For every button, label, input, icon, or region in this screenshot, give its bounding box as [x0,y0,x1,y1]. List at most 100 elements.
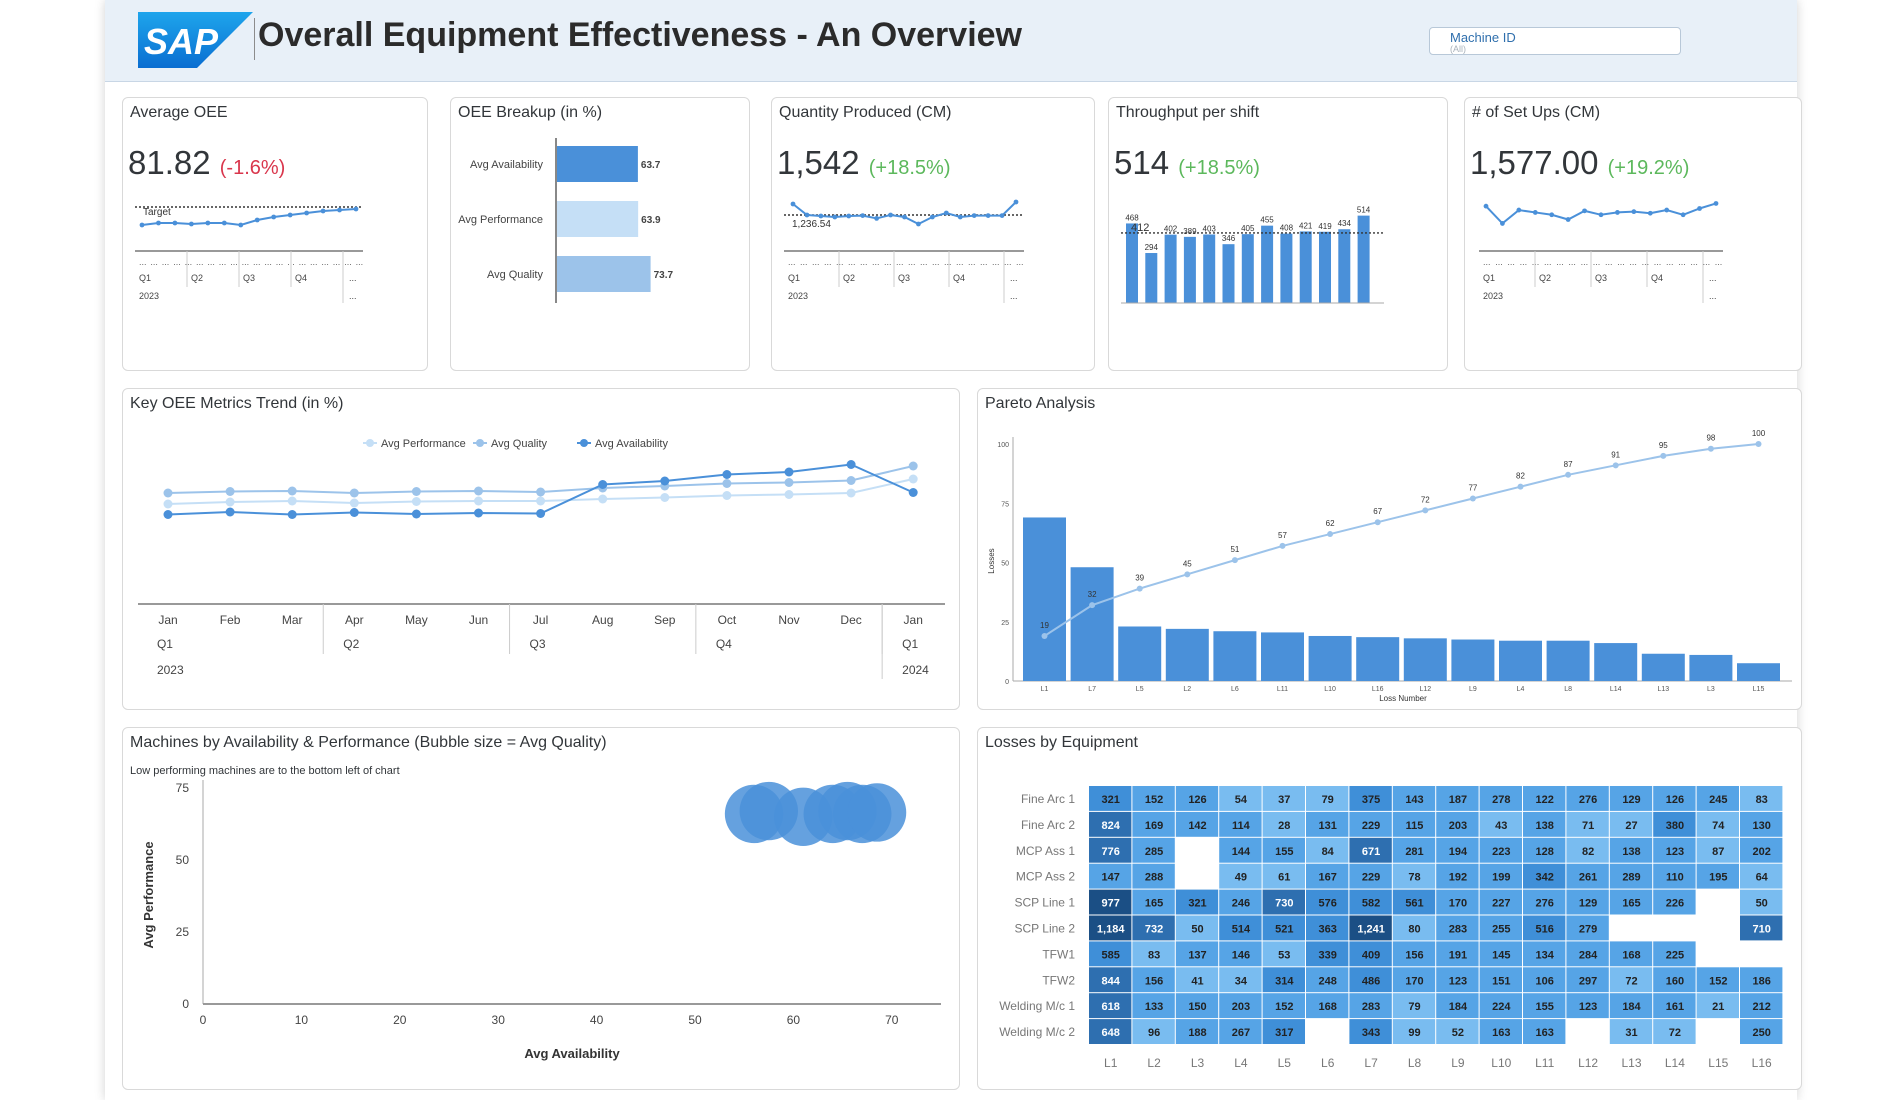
bubble-card[interactable]: Machines by Availability & Performance (… [122,727,960,1090]
x-tick-label: 50 [688,1013,702,1027]
x-tick-label: L2 [1183,686,1191,693]
month-tick-label: ... [1495,257,1503,267]
cell-value: 844 [1102,975,1121,987]
month-tick-label: ... [1654,257,1662,267]
bar-value-label: 346 [1222,234,1236,243]
x-tick-label: L13 [1657,686,1669,693]
pareto-bar [1689,654,1733,681]
col-label: L3 [1191,1056,1205,1070]
trend-series-point [225,497,235,507]
quantity-sparkline-point [860,213,866,218]
month-tick-label: ... [1703,257,1711,267]
pareto-cumulative-point [1231,557,1238,564]
legend-label: Avg Quality [491,438,548,450]
cell-value: 188 [1188,1027,1206,1039]
month-tick-label: ... [1629,257,1637,267]
month-tick-label: ... [196,257,204,267]
cell-value: 129 [1622,794,1640,806]
month-tick-label: ... [310,257,318,267]
avg-oee-card[interactable]: Average OEE 81.82 (-1.6%) Target........… [122,97,428,371]
oee-breakup-card[interactable]: OEE Breakup (in %) Avg Availability 63.7 A… [450,97,750,371]
x-tick-label: L1 [1041,686,1049,693]
trend-series-point [722,479,732,488]
cell-value: 99 [1408,1027,1420,1039]
oee-sparkline-point [205,220,211,226]
y-axis-label: Losses [987,548,996,573]
pareto-bar [1308,635,1352,681]
oee-trend-card[interactable]: Key OEE Metrics Trend (in %) Avg Perform… [122,388,960,710]
setups-sparkline: ........................................… [1479,201,1723,303]
pareto-card[interactable]: Pareto Analysis 0 25 50 75 100 Losses L1 L7 L5 L2… [977,388,1802,710]
setups-sparkline-point [1647,210,1653,216]
setups-sparkline-point [1631,209,1637,215]
trend-series-point [287,510,297,519]
month-label: Mar [282,613,303,627]
quarter-label: Q1 [157,637,173,651]
pareto-cumulative-point [1327,531,1334,538]
quantity-sparkline-point [888,212,893,218]
col-label: L1 [1104,1056,1118,1070]
cell-value: 284 [1579,949,1598,961]
month-tick-label: ... [1642,257,1650,267]
cell-value: 126 [1666,794,1684,806]
cell-value: 79 [1408,1001,1420,1013]
cell-value: 43 [1495,820,1507,832]
cell-value: 227 [1492,898,1510,910]
throughput-bar [1299,231,1312,303]
month-tick-label: ... [872,257,880,267]
cumulative-label: 98 [1706,434,1715,443]
month-tick-label: ... [1483,257,1491,267]
cell-value: 160 [1666,975,1684,987]
bar-value-label: 455 [1260,216,1274,225]
month-label: May [405,613,428,627]
quantity-sparkline-point [916,221,921,227]
throughput-card[interactable]: Throughput per shift 514 (+18.5%) 468 294… [1108,97,1448,371]
month-label: Aug [592,613,613,627]
x-tick-label: L16 [1372,686,1384,693]
y-tick-label: 25 [1001,620,1009,627]
setups-sparkline-point [1697,206,1702,211]
trend-series-point [722,470,732,479]
cell-value: 168 [1319,1001,1337,1013]
pareto-bar [1165,628,1209,681]
throughput-bar [1241,234,1254,303]
cell-value: 21 [1712,1001,1724,1013]
cell-value: 83 [1148,949,1160,961]
cumulative-label: 19 [1040,621,1049,630]
trend-series-point [411,487,421,496]
col-label: L12 [1578,1056,1598,1070]
trend-series-point [784,490,794,499]
machine-id-filter[interactable]: Machine ID (All) [1429,27,1681,55]
cell-value: 246 [1232,898,1250,910]
cell-value: 585 [1102,949,1120,961]
setups-sparkline-point [1615,210,1620,215]
x-tick-label: L15 [1753,686,1765,693]
cell-value: 187 [1449,794,1467,806]
cell-value: 561 [1405,898,1423,910]
cell-value: 314 [1275,975,1294,987]
col-label: L15 [1708,1056,1728,1070]
cell-value: 115 [1406,820,1424,832]
quantity-sparkline: 1,236.54................................… [784,199,1024,303]
cell-value: 145 [1492,949,1510,961]
quantity-produced-card[interactable]: Quantity Produced (CM) 1,542 (+18.5%) 1,… [771,97,1095,371]
month-tick-label: ... [139,257,147,267]
losses-card[interactable]: Losses by Equipment Fine Arc 1 321 152 126 5… [977,727,1802,1090]
trend-series-point [474,508,483,518]
cumulative-label: 51 [1230,545,1239,554]
pareto-cumulative-point [1422,507,1429,514]
cell-value: 582 [1362,898,1380,910]
cell-value: 283 [1362,1001,1380,1013]
pareto-cumulative-point [1755,441,1762,447]
cell-value: 199 [1492,872,1510,884]
setups-card[interactable]: # of Set Ups (CM) 1,577.00 (+19.2%) ....… [1464,97,1802,371]
trend-series-point [287,496,297,506]
cell-value: 87 [1712,846,1724,858]
cell-value: 169 [1145,820,1163,832]
cumulative-label: 91 [1611,450,1620,459]
legend-label: Avg Availability [595,438,668,450]
bar-value-label: 434 [1338,219,1352,228]
pareto-bar [1403,638,1447,681]
machine-id-filter-value: (All) [1450,44,1466,54]
cell-value: 194 [1449,846,1468,858]
